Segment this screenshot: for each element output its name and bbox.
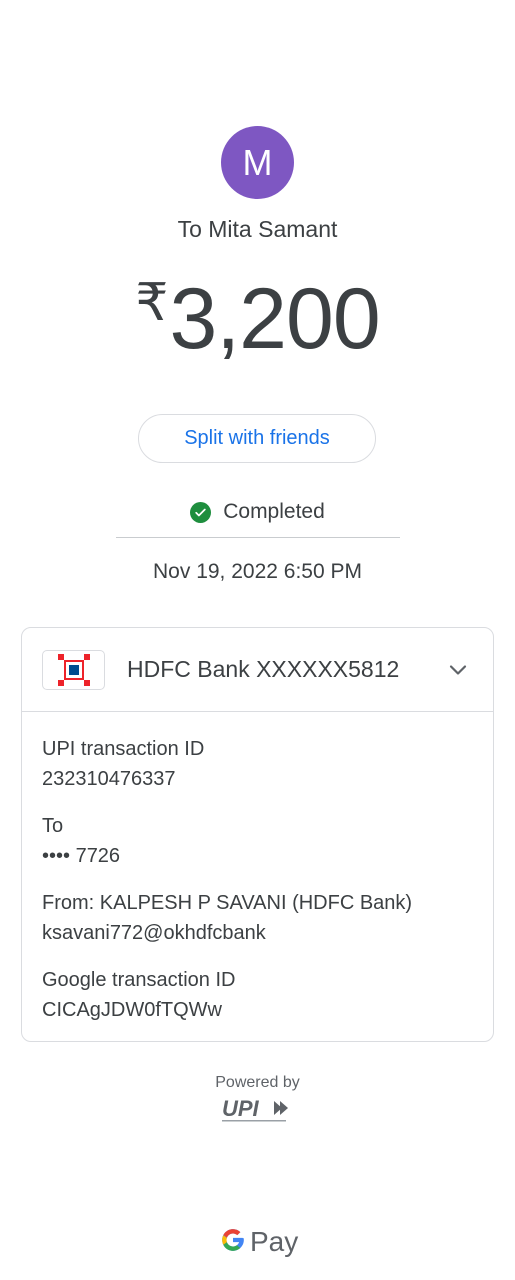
detail-upi-transaction-id: UPI transaction ID 232310476337 (42, 734, 473, 794)
detail-value: 232310476337 (42, 768, 176, 790)
detail-value: CICAgJDW0fTQWw (42, 999, 222, 1021)
google-g-icon (220, 1227, 246, 1258)
currency-symbol: ₹ (135, 274, 168, 332)
detail-value: ksavani772@okhdfcbank (42, 922, 266, 944)
detail-label: UPI transaction ID (42, 738, 205, 760)
avatar-letter: M (242, 141, 273, 183)
detail-to: To •••• 7726 (42, 811, 473, 871)
transaction-details: UPI transaction ID 232310476337 To •••• … (22, 712, 493, 1025)
transaction-details-card: HDFC Bank XXXXXX5812 UPI transaction ID … (21, 627, 494, 1042)
status-divider (116, 537, 400, 538)
check-circle-icon (190, 501, 212, 523)
recipient-name: To Mita Samant (177, 216, 338, 242)
detail-label: To (42, 815, 64, 837)
powered-by-label: Powered by (215, 1074, 300, 1091)
google-pay-logo: Pay (220, 1222, 298, 1262)
recipient-avatar: M (221, 126, 294, 199)
split-with-friends-button[interactable]: Split with friends (138, 414, 376, 463)
amount-value: 3,200 (169, 271, 380, 367)
status-text: Completed (223, 500, 325, 523)
bank-account-name: HDFC Bank XXXXXX5812 (127, 656, 400, 682)
detail-google-transaction-id: Google transaction ID CICAgJDW0fTQWw (42, 965, 473, 1025)
payment-status: Completed (0, 500, 515, 524)
upi-logo-text: UPI (222, 1096, 260, 1121)
transaction-datetime: Nov 19, 2022 6:50 PM (153, 560, 362, 583)
chevron-down-icon[interactable] (445, 657, 471, 683)
bank-account-row[interactable]: HDFC Bank XXXXXX5812 (22, 628, 493, 712)
hdfc-logo-icon (42, 649, 105, 690)
payment-amount: ₹3,200 (0, 276, 515, 362)
detail-label: Google transaction ID (42, 969, 236, 991)
detail-label: From: KALPESH P SAVANI (HDFC Bank) (42, 892, 413, 914)
detail-value: •••• 7726 (42, 845, 121, 867)
upi-logo: UPI (220, 1096, 296, 1126)
google-pay-text: Pay (250, 1226, 299, 1257)
detail-from: From: KALPESH P SAVANI (HDFC Bank) ksava… (42, 888, 473, 948)
